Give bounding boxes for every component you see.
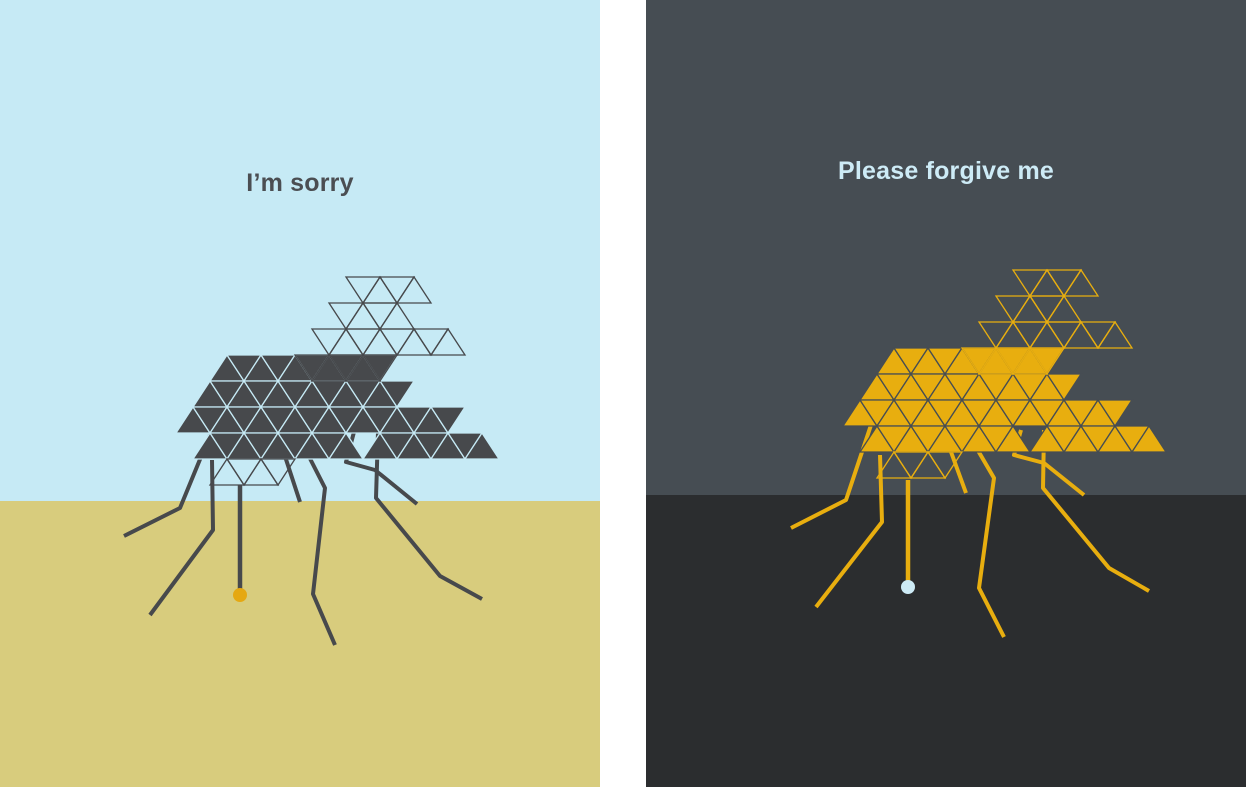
blood-drop <box>233 588 247 602</box>
panel-right-forgive: Please forgive me <box>646 0 1246 787</box>
caption-please-forgive-me: Please forgive me <box>837 157 1054 185</box>
ground <box>646 495 1246 787</box>
panel-left-sorry: I’m sorry <box>0 0 600 787</box>
mosquito-scene-left <box>0 0 600 787</box>
caption-im-sorry: I’m sorry <box>246 169 354 197</box>
water-drop <box>901 580 915 594</box>
mosquito-scene-right <box>646 0 1246 787</box>
ground <box>0 501 600 787</box>
